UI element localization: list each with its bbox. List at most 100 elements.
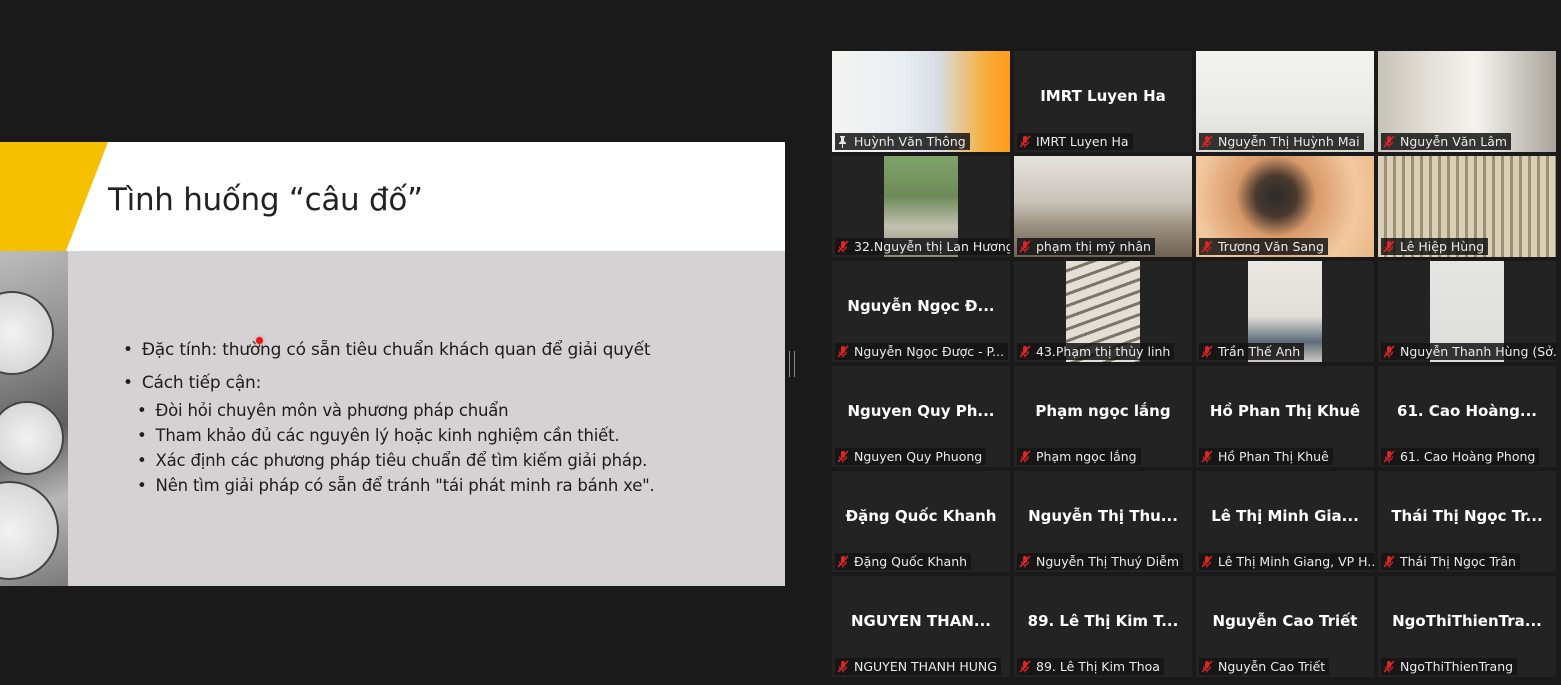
participant-label: Nguyễn Thanh Hùng (Sở... bbox=[1381, 343, 1556, 360]
participant-tile[interactable]: Đặng Quốc Khanh Đặng Quốc Khanh bbox=[832, 471, 1010, 572]
participant-label: Nguyen Quy Phuong bbox=[835, 448, 987, 465]
participant-tile[interactable]: Nguyễn Ngọc Đ... Nguyễn Ngọc Được - P... bbox=[832, 261, 1010, 362]
participant-label: Nguyễn Ngọc Được - P... bbox=[835, 343, 1009, 360]
mic-muted-icon bbox=[1019, 450, 1031, 463]
participant-tile[interactable]: Huỳnh Văn Thông bbox=[832, 51, 1010, 152]
participant-tile[interactable]: Nguyễn Văn Lâm bbox=[1378, 51, 1556, 152]
participant-tile[interactable]: 89. Lê Thị Kim T... 89. Lê Thị Kim Thoa bbox=[1014, 576, 1192, 677]
participant-name: NGUYEN THANH HUNG bbox=[854, 659, 997, 674]
participant-name: phạm thị mỹ nhân bbox=[1036, 239, 1151, 254]
participant-tile[interactable]: 32.Nguyễn thị Lan Hương bbox=[832, 156, 1010, 257]
participant-tile[interactable]: Phạm ngọc lắng Phạm ngọc lắng bbox=[1014, 366, 1192, 467]
participant-gallery: Huỳnh Văn Thông IMRT Luyen Ha IMRT Luyen H… bbox=[829, 48, 1557, 678]
participant-display-name: Nguyễn Thị Thu... bbox=[1028, 506, 1178, 525]
participant-label: Trương Văn Sang bbox=[1199, 238, 1328, 255]
participant-display-name: 61. Cao Hoàng... bbox=[1397, 401, 1537, 420]
participant-display-name: Đặng Quốc Khanh bbox=[845, 506, 997, 525]
participant-name: Lê Hiệp Hùng bbox=[1400, 239, 1485, 254]
mic-muted-icon bbox=[1383, 135, 1395, 148]
participant-tile[interactable]: NGUYEN THAN... NGUYEN THANH HUNG bbox=[832, 576, 1010, 677]
participant-tile[interactable]: Nguyễn Cao Triết Nguyễn Cao Triết bbox=[1196, 576, 1374, 677]
mic-muted-icon bbox=[1019, 240, 1031, 253]
participant-tile[interactable]: Nguyễn Thị Huỳnh Mai bbox=[1196, 51, 1374, 152]
participant-tile[interactable]: 43.Phạm thị thùy linh bbox=[1014, 261, 1192, 362]
slide-sub-bullet: Đòi hỏi chuyên môn và phương pháp chuẩn bbox=[137, 398, 655, 423]
participant-name: 61. Cao Hoàng Phong bbox=[1400, 449, 1536, 464]
participant-tile[interactable]: Lê Thị Minh Gia... Lê Thị Minh Giang, VP … bbox=[1196, 471, 1374, 572]
participant-label: Lê Thị Minh Giang, VP H... bbox=[1199, 553, 1374, 570]
mic-muted-icon bbox=[1383, 450, 1395, 463]
participant-tile[interactable]: Lê Hiệp Hùng bbox=[1378, 156, 1556, 257]
participant-label: Thái Thị Ngọc Trân bbox=[1381, 553, 1520, 570]
participant-tile[interactable]: Nguyễn Thị Thu... Nguyễn Thị Thuý Diễm bbox=[1014, 471, 1192, 572]
view-splitter-handle[interactable] bbox=[789, 351, 795, 377]
participant-tile[interactable]: IMRT Luyen Ha IMRT Luyen Ha bbox=[1014, 51, 1192, 152]
participant-label: Nguyễn Thị Thuý Diễm bbox=[1017, 553, 1184, 570]
pin-icon bbox=[837, 135, 848, 148]
participant-label: IMRT Luyen Ha bbox=[1017, 133, 1133, 150]
participant-label: NGUYEN THANH HUNG bbox=[835, 658, 1001, 675]
participant-label: 61. Cao Hoàng Phong bbox=[1381, 448, 1540, 465]
participant-tile[interactable]: NgoThiThienTra... NgoThiThienTrang bbox=[1378, 576, 1556, 677]
slide-bullet: Cách tiếp cận: Đòi hỏi chuyên môn và phươ… bbox=[123, 368, 655, 498]
participant-label: Lê Hiệp Hùng bbox=[1381, 238, 1489, 255]
participant-label: Huỳnh Văn Thông bbox=[835, 133, 970, 150]
participant-display-name: Nguyễn Cao Triết bbox=[1212, 611, 1358, 630]
participant-display-name: Nguyễn Ngọc Đ... bbox=[847, 296, 995, 315]
participant-name: Nguyễn Thị Thuý Diễm bbox=[1036, 554, 1180, 569]
participant-name: Nguyễn Cao Triết bbox=[1218, 659, 1326, 674]
participant-name: 43.Phạm thị thùy linh bbox=[1036, 344, 1171, 359]
slide-sub-bullet: Xác định các phương pháp tiêu chuẩn để t… bbox=[137, 448, 655, 473]
participant-name: Trương Văn Sang bbox=[1218, 239, 1324, 254]
participant-name: Nguyễn Thanh Hùng (Sở... bbox=[1400, 344, 1556, 359]
participant-name: Đặng Quốc Khanh bbox=[854, 554, 968, 569]
mic-muted-icon bbox=[1383, 345, 1395, 358]
slide-title: Tình huống “câu đố” bbox=[108, 182, 423, 218]
mic-muted-icon bbox=[1201, 555, 1213, 568]
participant-display-name: IMRT Luyen Ha bbox=[1040, 86, 1166, 105]
participant-name: Trần Thế Anh bbox=[1218, 344, 1301, 359]
participant-label: Nguyễn Cao Triết bbox=[1199, 658, 1330, 675]
participant-name: Hồ Phan Thị Khuê bbox=[1218, 449, 1329, 464]
participant-name: Nguyễn Thị Huỳnh Mai bbox=[1218, 134, 1360, 149]
participant-tile[interactable]: phạm thị mỹ nhân bbox=[1014, 156, 1192, 257]
participant-display-name: 89. Lê Thị Kim T... bbox=[1027, 611, 1179, 630]
participant-display-name: Hồ Phan Thị Khuê bbox=[1209, 401, 1361, 420]
participant-tile[interactable]: Trương Văn Sang bbox=[1196, 156, 1374, 257]
participant-tile[interactable]: 61. Cao Hoàng... 61. Cao Hoàng Phong bbox=[1378, 366, 1556, 467]
mic-muted-icon bbox=[1383, 555, 1395, 568]
mic-muted-icon bbox=[1201, 450, 1213, 463]
participant-name: Nguyen Quy Phuong bbox=[854, 449, 983, 464]
participant-label: 43.Phạm thị thùy linh bbox=[1017, 343, 1175, 360]
slide-bullet-text: Đặc tính: thường có sẵn tiêu chuẩn khách… bbox=[141, 340, 651, 360]
participant-label: NgoThiThienTrang bbox=[1381, 658, 1518, 675]
participant-name: Huỳnh Văn Thông bbox=[854, 134, 966, 149]
bullet-list: Đặc tính: thường có sẵn tiêu chuẩn khách… bbox=[123, 335, 655, 498]
slide-sub-bullet: Tham khảo đủ các nguyên lý hoặc kinh ngh… bbox=[137, 423, 655, 448]
participant-name: Phạm ngọc lắng bbox=[1036, 449, 1137, 464]
participant-label: Nguyễn Thị Huỳnh Mai bbox=[1199, 133, 1364, 150]
clock-photo bbox=[0, 251, 68, 586]
participant-display-name: Phạm ngọc lắng bbox=[1035, 401, 1171, 420]
participant-label: Đặng Quốc Khanh bbox=[835, 553, 972, 570]
participant-tile[interactable]: Thái Thị Ngọc Tr... Thái Thị Ngọc Trân bbox=[1378, 471, 1556, 572]
mic-muted-icon bbox=[1201, 135, 1213, 148]
mic-muted-icon bbox=[1201, 660, 1213, 673]
participant-tile[interactable]: Hồ Phan Thị Khuê Hồ Phan Thị Khuê bbox=[1196, 366, 1374, 467]
mic-muted-icon bbox=[837, 345, 849, 358]
mic-muted-icon bbox=[837, 450, 849, 463]
participant-display-name: Nguyen Quy Ph... bbox=[847, 401, 995, 420]
shared-slide: Tình huống “câu đố” Đặc tính: thường có … bbox=[0, 142, 785, 586]
laser-pointer bbox=[256, 337, 263, 344]
participant-name: 32.Nguyễn thị Lan Hương bbox=[854, 239, 1010, 254]
participant-tile[interactable]: Nguyễn Thanh Hùng (Sở... bbox=[1378, 261, 1556, 362]
participant-tile[interactable]: Nguyen Quy Ph... Nguyen Quy Phuong bbox=[832, 366, 1010, 467]
participant-tile[interactable]: Trần Thế Anh bbox=[1196, 261, 1374, 362]
participant-display-name: Thái Thị Ngọc Tr... bbox=[1391, 506, 1543, 525]
mic-muted-icon bbox=[837, 660, 849, 673]
participant-label: Nguyễn Văn Lâm bbox=[1381, 133, 1512, 150]
participant-display-name: Lê Thị Minh Gia... bbox=[1211, 506, 1359, 525]
mic-muted-icon bbox=[1383, 240, 1395, 253]
mic-muted-icon bbox=[1019, 135, 1031, 148]
participant-display-name: NgoThiThienTra... bbox=[1392, 611, 1542, 630]
